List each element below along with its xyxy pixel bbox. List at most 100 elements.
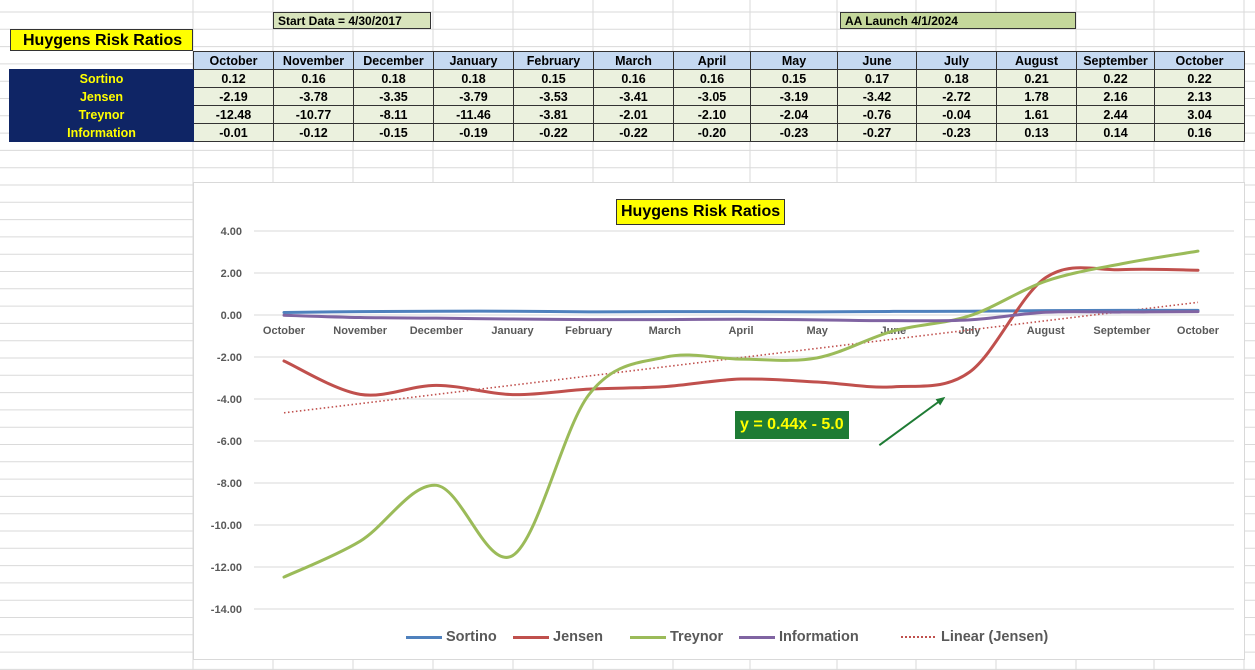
table-cell[interactable]: -0.19 bbox=[433, 123, 514, 142]
table-cell[interactable]: -2.10 bbox=[673, 105, 751, 124]
annotation-arrowhead bbox=[935, 396, 946, 406]
table-cell[interactable]: -0.23 bbox=[750, 123, 838, 142]
table-cell[interactable]: 0.16 bbox=[273, 69, 354, 88]
trendline-equation-label[interactable]: y = 0.44x - 5.0 bbox=[735, 411, 849, 439]
table-cell[interactable]: -3.78 bbox=[273, 87, 354, 106]
table-cell[interactable]: -3.41 bbox=[593, 87, 674, 106]
table-cell[interactable]: 0.22 bbox=[1076, 69, 1155, 88]
row-label-sortino[interactable]: Sortino bbox=[9, 69, 194, 88]
table-cell[interactable]: 0.16 bbox=[593, 69, 674, 88]
table-cell[interactable]: -3.81 bbox=[513, 105, 594, 124]
legend-item[interactable]: Information bbox=[739, 629, 859, 645]
table-cell[interactable]: 0.18 bbox=[353, 69, 434, 88]
month-header-6[interactable]: April bbox=[673, 51, 751, 70]
line-chart: 4.00 2.00 0.00 -2.00 -4.00 -6.00 -8.00 -10.00 -1… bbox=[211, 226, 1234, 616]
x-tick-label: January bbox=[491, 325, 534, 337]
aa-launch-label[interactable]: AA Launch 4/1/2024 bbox=[840, 12, 1076, 29]
month-header-8[interactable]: June bbox=[837, 51, 917, 70]
table-cell[interactable]: 0.17 bbox=[837, 69, 917, 88]
x-tick-label: July bbox=[958, 325, 981, 337]
table-cell[interactable]: -2.19 bbox=[193, 87, 274, 106]
table-cell[interactable]: 0.18 bbox=[433, 69, 514, 88]
sheet-title[interactable]: Huygens Risk Ratios bbox=[10, 29, 193, 51]
legend-item[interactable]: Sortino bbox=[406, 629, 497, 645]
row-label-treynor[interactable]: Treynor bbox=[9, 105, 194, 124]
table-cell[interactable]: -3.53 bbox=[513, 87, 594, 106]
table-cell[interactable]: -8.11 bbox=[353, 105, 434, 124]
month-header-row: October November December January February Ma… bbox=[9, 51, 1245, 70]
month-header-9[interactable]: July bbox=[916, 51, 997, 70]
table-cell[interactable]: 0.22 bbox=[1154, 69, 1245, 88]
table-cell[interactable]: 0.15 bbox=[513, 69, 594, 88]
table-cell[interactable]: -0.27 bbox=[837, 123, 917, 142]
table-cell[interactable]: 1.78 bbox=[996, 87, 1077, 106]
month-header-11[interactable]: September bbox=[1076, 51, 1155, 70]
y-tick-label: 0.00 bbox=[221, 310, 242, 322]
table-cell[interactable]: 0.15 bbox=[750, 69, 838, 88]
table-cell[interactable]: -3.19 bbox=[750, 87, 838, 106]
table-cell[interactable]: -2.72 bbox=[916, 87, 997, 106]
table-cell[interactable]: 0.18 bbox=[916, 69, 997, 88]
legend-swatch bbox=[630, 635, 666, 639]
table-cell[interactable]: -3.42 bbox=[837, 87, 917, 106]
legend-item[interactable]: Linear (Jensen) bbox=[901, 629, 1048, 645]
y-tick-label: -6.00 bbox=[217, 436, 242, 448]
table-cell[interactable]: -0.76 bbox=[837, 105, 917, 124]
legend-swatch bbox=[901, 636, 937, 638]
table-cell[interactable]: -0.12 bbox=[273, 123, 354, 142]
table-cell[interactable]: 0.21 bbox=[996, 69, 1077, 88]
table-cell[interactable]: -0.20 bbox=[673, 123, 751, 142]
table-cell[interactable]: -2.01 bbox=[593, 105, 674, 124]
month-header-1[interactable]: November bbox=[273, 51, 354, 70]
annotation-arrow bbox=[878, 400, 940, 447]
risk-ratio-table: October November December January February Ma… bbox=[9, 51, 1245, 142]
x-tick-label: March bbox=[649, 325, 682, 337]
month-header-4[interactable]: February bbox=[513, 51, 594, 70]
x-tick-label: December bbox=[410, 325, 464, 337]
table-cell[interactable]: 0.14 bbox=[1076, 123, 1155, 142]
table-cell[interactable]: 2.13 bbox=[1154, 87, 1245, 106]
table-cell[interactable]: -10.77 bbox=[273, 105, 354, 124]
row-label-information[interactable]: Information bbox=[9, 123, 194, 142]
chart-title[interactable]: Huygens Risk Ratios bbox=[616, 199, 786, 225]
x-tick-label: November bbox=[333, 325, 388, 337]
table-cell[interactable]: 1.61 bbox=[996, 105, 1077, 124]
table-cell[interactable]: 0.16 bbox=[673, 69, 751, 88]
table-cell[interactable]: -12.48 bbox=[193, 105, 274, 124]
month-header-7[interactable]: May bbox=[750, 51, 838, 70]
table-cell[interactable]: 2.16 bbox=[1076, 87, 1155, 106]
month-header-10[interactable]: August bbox=[996, 51, 1077, 70]
table-cell[interactable]: -2.04 bbox=[750, 105, 838, 124]
y-tick-label: -14.00 bbox=[211, 604, 242, 616]
table-cell[interactable]: -3.05 bbox=[673, 87, 751, 106]
table-cell[interactable]: 0.16 bbox=[1154, 123, 1245, 142]
table-cell[interactable]: 2.44 bbox=[1076, 105, 1155, 124]
month-header-5[interactable]: March bbox=[593, 51, 674, 70]
month-header-0[interactable]: October bbox=[193, 51, 274, 70]
x-tick-label: August bbox=[1027, 325, 1065, 337]
table-cell[interactable]: 0.13 bbox=[996, 123, 1077, 142]
table-cell[interactable]: -0.04 bbox=[916, 105, 997, 124]
x-tick-label: May bbox=[806, 325, 828, 337]
y-tick-label: -2.00 bbox=[217, 352, 242, 364]
month-header-12[interactable]: October bbox=[1154, 51, 1245, 70]
row-label-jensen[interactable]: Jensen bbox=[9, 87, 194, 106]
y-tick-label: -8.00 bbox=[217, 478, 242, 490]
table-cell[interactable]: -3.35 bbox=[353, 87, 434, 106]
table-cell[interactable]: -0.15 bbox=[353, 123, 434, 142]
month-header-2[interactable]: December bbox=[353, 51, 434, 70]
table-cell[interactable]: -0.01 bbox=[193, 123, 274, 142]
table-cell[interactable]: -0.22 bbox=[593, 123, 674, 142]
chart-area[interactable]: 4.00 2.00 0.00 -2.00 -4.00 -6.00 -8.00 -10.00 -1… bbox=[193, 182, 1245, 660]
x-tick-label: April bbox=[728, 325, 753, 337]
table-cell[interactable]: -11.46 bbox=[433, 105, 514, 124]
table-cell[interactable]: -3.79 bbox=[433, 87, 514, 106]
start-date-label[interactable]: Start Data = 4/30/2017 bbox=[273, 12, 431, 29]
month-header-3[interactable]: January bbox=[433, 51, 514, 70]
legend-item[interactable]: Treynor bbox=[630, 629, 723, 645]
table-cell[interactable]: 3.04 bbox=[1154, 105, 1245, 124]
table-cell[interactable]: -0.23 bbox=[916, 123, 997, 142]
table-cell[interactable]: -0.22 bbox=[513, 123, 594, 142]
table-cell[interactable]: 0.12 bbox=[193, 69, 274, 88]
legend-item[interactable]: Jensen bbox=[513, 629, 603, 645]
